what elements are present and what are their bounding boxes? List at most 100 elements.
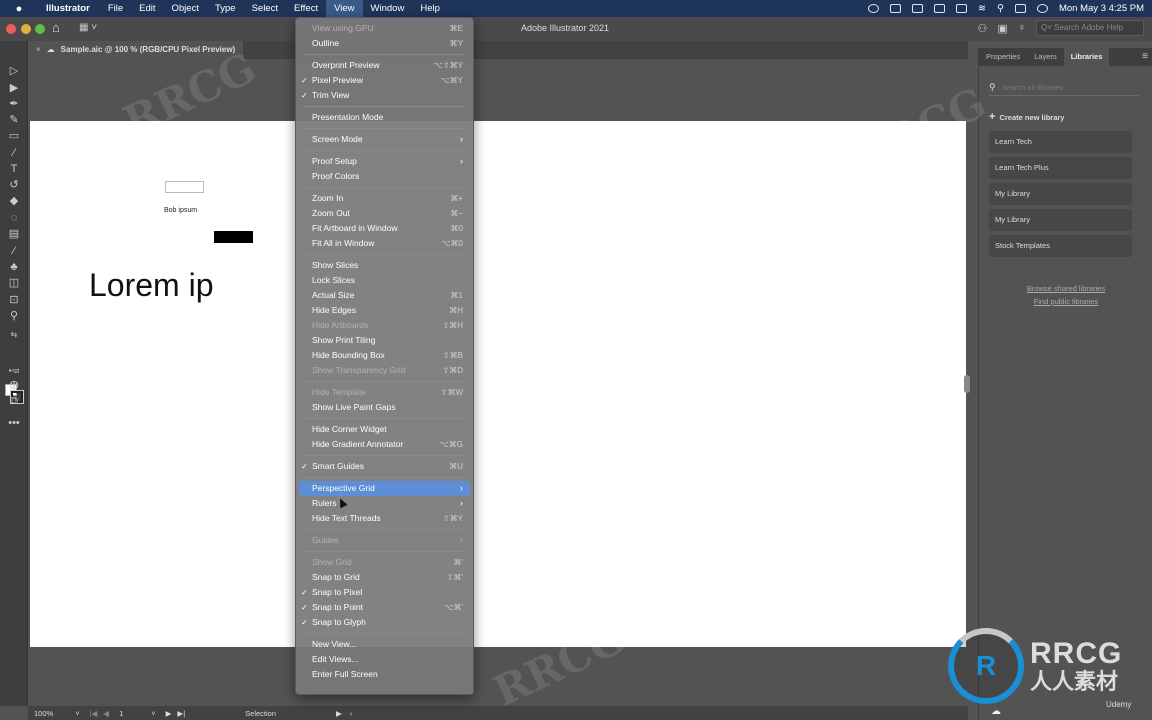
panel-menu-icon[interactable]: ≡ bbox=[1142, 51, 1148, 62]
next-artboard-icon[interactable]: ▶ bbox=[166, 709, 172, 718]
menu-item-rulers[interactable]: Rulers › bbox=[296, 496, 473, 511]
bob-ipsum-text[interactable]: Bob ipsum bbox=[164, 207, 197, 214]
menu-effect[interactable]: Effect bbox=[286, 0, 326, 17]
control-center-icon[interactable] bbox=[1014, 4, 1026, 13]
minimize-window-button[interactable] bbox=[21, 24, 31, 34]
lightbulb-icon[interactable]: ♀ bbox=[1018, 22, 1026, 34]
home-icon[interactable]: ⌂ bbox=[52, 21, 66, 35]
menu-select[interactable]: Select bbox=[244, 0, 286, 17]
canvas-scrollbar[interactable] bbox=[964, 375, 970, 393]
help-search-input[interactable]: Q˅ Search Adobe Help bbox=[1036, 20, 1144, 36]
menu-item-lock-slices[interactable]: Lock Slices bbox=[296, 273, 473, 288]
eraser-tool-icon[interactable]: ◆ bbox=[6, 194, 22, 208]
library-item[interactable]: My Library bbox=[989, 183, 1132, 205]
workspace-switcher-icon[interactable]: ▦ ˅ bbox=[79, 22, 97, 33]
puppet-warp-tool-icon[interactable]: ♣ bbox=[6, 260, 22, 274]
menu-item-edit-views[interactable]: Edit Views... bbox=[296, 652, 473, 667]
zoom-level[interactable]: 100% bbox=[34, 709, 53, 718]
menu-item-proof-colors[interactable]: Proof Colors bbox=[296, 169, 473, 184]
current-tool-status[interactable]: Selection bbox=[245, 709, 276, 718]
status-back-icon[interactable]: ‹ bbox=[350, 709, 353, 718]
shape-builder-tool-icon[interactable]: ◫ bbox=[6, 276, 22, 290]
screen-record-icon[interactable] bbox=[868, 4, 880, 13]
close-icon[interactable]: × bbox=[36, 41, 41, 59]
menu-object[interactable]: Object bbox=[164, 0, 207, 17]
menu-window[interactable]: Window bbox=[363, 0, 413, 17]
menu-item-presentation-mode[interactable]: Presentation Mode bbox=[296, 110, 473, 125]
menu-item-zoom-in[interactable]: Zoom In ⌘+ bbox=[296, 191, 473, 206]
menu-help[interactable]: Help bbox=[412, 0, 448, 17]
color-mode-icon[interactable]: ▪▫⧄ bbox=[6, 364, 22, 378]
download-icon[interactable] bbox=[890, 4, 902, 13]
swap-fill-stroke-icon[interactable]: ⇆ bbox=[6, 328, 22, 342]
create-new-library-button[interactable]: + Create new library bbox=[989, 111, 1064, 123]
drawing-mode-icon[interactable]: ◍ bbox=[6, 378, 22, 392]
menu-item-outline[interactable]: Outline ⌘Y bbox=[296, 36, 473, 51]
menu-item-show-print-tiling[interactable]: Show Print Tiling bbox=[296, 333, 473, 348]
tab-layers[interactable]: Layers bbox=[1027, 48, 1064, 66]
library-item[interactable]: My Library bbox=[989, 209, 1132, 231]
menu-view[interactable]: View bbox=[326, 0, 363, 17]
selection-tool-icon[interactable]: ▷ bbox=[6, 64, 22, 78]
menu-item-hide-gradient-annotator[interactable]: Hide Gradient Annotator ⌥⌘G bbox=[296, 437, 473, 452]
menu-item-hide-text-threads[interactable]: Hide Text Threads ⇧⌘Y bbox=[296, 511, 473, 526]
free-transform-tool-icon[interactable]: ◌ bbox=[6, 211, 22, 225]
cloud-sync-icon[interactable]: ☁ bbox=[991, 706, 1001, 717]
gradient-tool-icon[interactable]: ▤ bbox=[6, 227, 22, 241]
first-artboard-icon[interactable]: |◀ bbox=[90, 709, 98, 718]
menu-item-hide-edges[interactable]: Hide Edges ⌘H bbox=[296, 303, 473, 318]
menu-item-hide-corner-widget[interactable]: Hide Corner Widget bbox=[296, 422, 473, 437]
black-rectangle[interactable] bbox=[214, 231, 253, 243]
library-search-input[interactable]: ⚲ Search all libraries bbox=[989, 80, 1139, 96]
last-artboard-icon[interactable]: ▶| bbox=[177, 709, 185, 718]
menu-item-proof-setup[interactable]: Proof Setup › bbox=[296, 154, 473, 169]
library-item[interactable]: Learn Tech bbox=[989, 131, 1132, 153]
artboard[interactable]: Bob ipsum Lorem ip bbox=[30, 121, 966, 647]
zoom-dropdown-icon[interactable]: ˅ bbox=[75, 709, 79, 718]
menu-item-snap-to-point[interactable]: ✓ Snap to Point ⌥⌘' bbox=[296, 600, 473, 615]
rectangle-tool-icon[interactable]: ▭ bbox=[6, 129, 22, 143]
menu-item-overprint-preview[interactable]: Overprint Preview ⌥⇧⌘Y bbox=[296, 58, 473, 73]
zoom-tool-icon[interactable]: ⚲ bbox=[6, 309, 22, 323]
eyedropper-tool-icon[interactable]: ⁄ bbox=[6, 244, 22, 258]
document-tab[interactable]: × ☁ Sample.aic @ 100 % (RGB/CPU Pixel Pr… bbox=[28, 41, 244, 59]
menu-item-snap-to-grid[interactable]: Snap to Grid ⇧⌘' bbox=[296, 570, 473, 585]
menu-item-fit-artboard-in-window[interactable]: Fit Artboard in Window ⌘0 bbox=[296, 221, 473, 236]
menu-item-show-slices[interactable]: Show Slices bbox=[296, 258, 473, 273]
menu-type[interactable]: Type bbox=[207, 0, 244, 17]
artboard-number[interactable]: 1 bbox=[119, 709, 123, 718]
curvature-tool-icon[interactable]: ✎ bbox=[6, 113, 22, 127]
menu-item-enter-full-screen[interactable]: Enter Full Screen bbox=[296, 667, 473, 682]
menu-file[interactable]: File bbox=[100, 0, 131, 17]
menu-item-hide-bounding-box[interactable]: Hide Bounding Box ⇧⌘B bbox=[296, 348, 473, 363]
canvas-area[interactable]: Bob ipsum Lorem ip bbox=[28, 59, 968, 706]
menu-item-perspective-grid[interactable]: Perspective Grid › bbox=[299, 481, 470, 496]
find-public-libraries-link[interactable]: Find public libraries bbox=[979, 297, 1152, 306]
zoom-window-button[interactable] bbox=[35, 24, 45, 34]
library-item[interactable]: Stock Templates bbox=[989, 235, 1132, 257]
menu-item-zoom-out[interactable]: Zoom Out ⌘− bbox=[296, 206, 473, 221]
wifi-icon[interactable]: ≋ bbox=[978, 3, 986, 14]
prev-artboard-icon[interactable]: ◀ bbox=[103, 709, 109, 718]
panel-layout-icon[interactable]: ▣ bbox=[997, 22, 1007, 35]
menu-item-new-view[interactable]: New View... bbox=[296, 637, 473, 652]
apple-menu-icon[interactable]: ● bbox=[0, 3, 38, 15]
menu-item-pixel-preview[interactable]: ✓ Pixel Preview ⌥⌘Y bbox=[296, 73, 473, 88]
spotlight-icon[interactable]: ⚲ bbox=[997, 3, 1004, 14]
paintbrush-tool-icon[interactable]: ∕ bbox=[6, 146, 22, 160]
lorem-text[interactable]: Lorem ip bbox=[89, 267, 214, 304]
browse-shared-libraries-link[interactable]: Browse shared libraries bbox=[979, 284, 1152, 293]
artboard-dropdown-icon[interactable]: ˅ bbox=[151, 709, 155, 718]
pen-tool-icon[interactable]: ✒ bbox=[6, 97, 22, 111]
menu-item-trim-view[interactable]: ✓ Trim View bbox=[296, 88, 473, 103]
clock[interactable]: Mon May 3 4:25 PM bbox=[1059, 3, 1144, 14]
type-tool-icon[interactable]: T bbox=[6, 162, 22, 176]
menu-item-fit-all-in-window[interactable]: Fit All in Window ⌥⌘0 bbox=[296, 236, 473, 251]
rotate-tool-icon[interactable]: ↺ bbox=[6, 178, 22, 192]
menu-illustrator[interactable]: Illustrator bbox=[38, 0, 100, 17]
close-window-button[interactable] bbox=[6, 24, 16, 34]
direct-selection-tool-icon[interactable]: ▶ bbox=[6, 81, 22, 95]
share-user-icon[interactable]: ⚇ bbox=[977, 22, 987, 35]
screen-mode-icon[interactable]: ⧉ bbox=[6, 394, 22, 408]
library-item[interactable]: Learn Tech Plus bbox=[989, 157, 1132, 179]
